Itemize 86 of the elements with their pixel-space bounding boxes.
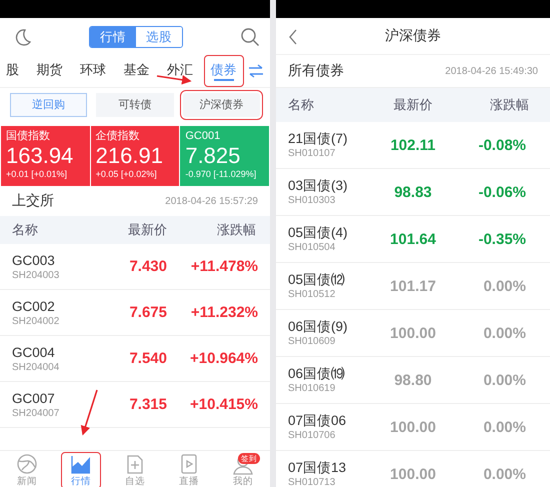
bond-code: SH010512	[288, 288, 336, 301]
price-cell-text: 101.64	[389, 230, 437, 248]
change-cell-text: +10.964%	[189, 350, 259, 367]
change-cell-text: +11.478%	[190, 258, 259, 275]
category-tab[interactable]: 债券	[204, 56, 242, 86]
section-title: 所有债券	[288, 62, 344, 80]
index-name: 企债指数	[96, 129, 141, 143]
index-value: 216.91	[96, 143, 164, 168]
change-cell-text: -0.08%	[477, 136, 527, 154]
bond-name: 07国债06	[288, 412, 346, 429]
column-header[interactable]: 涨跌幅	[450, 96, 550, 114]
price-cell-text: 7.675	[128, 304, 167, 321]
search-icon[interactable]	[240, 26, 260, 46]
filter-button[interactable]: 沪深债券	[182, 93, 260, 117]
bond-name: 21国债(7)	[288, 130, 348, 147]
bond-name: 06国债⒆	[288, 365, 346, 382]
price-cell-text: 102.11	[389, 136, 437, 154]
price-cell-text: 7.315	[128, 396, 167, 413]
category-tab[interactable]: 基金	[118, 56, 156, 86]
change-cell-text: 0.00%	[482, 324, 527, 342]
change-cell-text: +10.415%	[189, 396, 259, 413]
column-header[interactable]: 名称	[0, 221, 102, 239]
price-cell-text: 98.80	[393, 372, 433, 388]
moon-icon[interactable]	[14, 28, 32, 46]
bond-name: GC007	[12, 390, 55, 406]
price-cell-text: 7.430	[128, 258, 167, 275]
bond-code: SH204003	[12, 268, 60, 282]
filter-button[interactable]: 可转债	[96, 93, 174, 117]
bond-code: SH010619	[288, 382, 336, 395]
price-cell-text: 98.83	[393, 184, 433, 200]
change-cell-text: 0.00%	[482, 278, 527, 294]
index-card[interactable]: 企债指数 216.91 +0.05 [+0.02%]	[90, 126, 180, 186]
update-time: 2018-04-26 15:49:30	[445, 66, 538, 76]
category-tab[interactable]: 外汇	[161, 56, 199, 86]
column-header[interactable]: 最新价	[376, 96, 450, 114]
bond-code: SH010706	[288, 429, 336, 442]
price-cell-text: 100.00	[389, 418, 437, 436]
chart-icon	[70, 453, 92, 475]
change-cell-text: +11.232%	[190, 304, 259, 321]
bond-name: GC004	[12, 344, 55, 360]
index-name: 国债指数	[6, 129, 51, 143]
index-change: -0.970 [-11.029%]	[185, 168, 258, 180]
price-cell-text: 100.00	[389, 466, 437, 482]
category-tab[interactable]: 股	[0, 56, 25, 86]
price-cell-text: 101.17	[389, 278, 437, 294]
bond-name: 03国债(3)	[288, 177, 348, 194]
swap-icon[interactable]	[248, 64, 264, 78]
nav-tab[interactable]: 行情	[62, 453, 100, 487]
bond-name: GC002	[12, 298, 55, 314]
bond-name: GC003	[12, 252, 55, 268]
bond-name: 05国债(4)	[288, 224, 348, 241]
bond-name: 06国债(9)	[288, 318, 348, 335]
index-value: 163.94	[6, 143, 74, 168]
change-cell-text: 0.00%	[482, 466, 527, 482]
category-tab[interactable]: 期货	[30, 56, 68, 86]
back-icon[interactable]	[288, 29, 298, 45]
bond-code: SH010713	[288, 476, 336, 487]
bond-name: 07国债13	[288, 459, 346, 476]
globe-icon	[16, 453, 38, 475]
column-header[interactable]: 名称	[276, 96, 376, 114]
category-tab[interactable]: 环球	[74, 56, 112, 86]
change-cell-text: 0.00%	[482, 418, 527, 436]
change-cell-text: 0.00%	[482, 372, 527, 388]
update-time: 2018-04-26 15:57:29	[165, 196, 258, 206]
bond-code: SH010609	[288, 335, 336, 348]
bond-code: SH204007	[12, 406, 60, 420]
price-cell-text: 7.540	[128, 350, 167, 367]
bond-name: 05国债⑿	[288, 271, 346, 288]
column-header[interactable]: 涨跌幅	[167, 221, 270, 239]
bond-code: SH204002	[12, 314, 60, 328]
price-cell-text: 100.00	[389, 324, 437, 342]
page-title: 沪深债券	[385, 27, 441, 45]
column-header[interactable]: 最新价	[102, 221, 167, 239]
annotation-arrow	[79, 388, 99, 438]
bond-code: SH010303	[288, 194, 336, 207]
change-cell-text: -0.35%	[477, 230, 527, 248]
index-change: +0.05 [+0.02%]	[96, 168, 158, 180]
bond-code: SH010504	[288, 241, 336, 254]
bond-code: SH010107	[288, 147, 336, 160]
index-name: GC001	[185, 129, 222, 143]
bond-code: SH204004	[12, 360, 60, 374]
section-title: 上交所	[12, 192, 54, 210]
index-card[interactable]: 国债指数 163.94 +0.01 [+0.01%]	[1, 126, 90, 186]
index-value: 7.825	[185, 143, 242, 168]
change-cell-text: -0.06%	[477, 184, 527, 200]
index-change: +0.01 [+0.01%]	[6, 168, 68, 180]
